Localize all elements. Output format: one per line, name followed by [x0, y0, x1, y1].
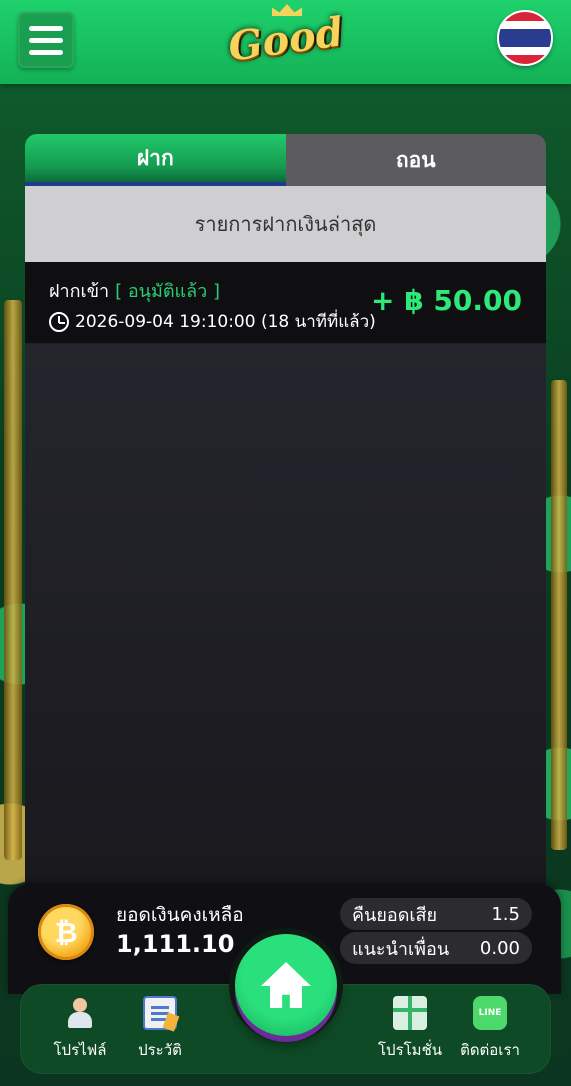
cashback-value: 1.5 [491, 903, 520, 925]
gift-icon [393, 996, 427, 1030]
nav-history-label: ประวัติ [138, 1041, 182, 1059]
logo-text: Good [225, 7, 347, 71]
balance-label: ยอดเงินคงเหลือ [116, 904, 244, 926]
hamburger-icon-line [29, 49, 63, 55]
history-icon [143, 996, 177, 1030]
decorative-gold-bar [551, 380, 567, 850]
profile-icon [63, 996, 97, 1030]
transaction-row[interactable]: ฝากเข้า[ อนุมัติแล้ว ] 2026-09-04 19:10:… [25, 262, 546, 344]
transaction-title: ฝากเข้า[ อนุมัติแล้ว ] [49, 276, 220, 305]
thailand-flag-icon[interactable] [497, 10, 553, 66]
line-icon: LINE [473, 996, 507, 1030]
hamburger-icon-line [29, 37, 63, 43]
nav-profile-label: โปรไฟล์ [53, 1041, 107, 1059]
decorative-gold-bar [4, 300, 22, 860]
balance-value: 1,111.10 [116, 930, 235, 958]
referral-label: แนะนำเพื่อน [352, 938, 450, 960]
clock-icon [49, 311, 69, 332]
cashback-label: คืนยอดเสีย [352, 904, 438, 926]
brand-logo[interactable]: Good [226, 4, 346, 74]
transaction-type: ฝากเข้า [49, 281, 110, 302]
tab-bar: ฝาก ถอน [25, 134, 546, 186]
home-button[interactable] [235, 934, 337, 1036]
hamburger-icon-line [29, 25, 63, 31]
referral-value: 0.00 [479, 937, 520, 959]
list-heading: รายการฝากเงินล่าสุด [25, 186, 546, 262]
nav-profile[interactable]: โปรไฟล์ [40, 994, 120, 1068]
cashback-pill[interactable]: คืนยอดเสีย 1.5 [340, 898, 532, 930]
transaction-card: ฝาก ถอน รายการฝากเงินล่าสุด ฝากเข้า[ อนุ… [25, 134, 546, 914]
transaction-time: 2026-09-04 19:10:00 (18 นาทีที่แล้ว) [49, 308, 376, 335]
tab-deposit[interactable]: ฝาก [25, 134, 286, 186]
nav-promotion-label: โปรโมชั่น [377, 1041, 442, 1059]
nav-contact[interactable]: LINE ติดต่อเรา [450, 994, 530, 1068]
nav-history[interactable]: ประวัติ [120, 994, 200, 1068]
nav-promotion[interactable]: โปรโมชั่น [370, 994, 450, 1068]
nav-contact-label: ติดต่อเรา [460, 1041, 520, 1059]
transaction-amount: + ฿ 50.00 [370, 284, 522, 317]
top-header: Good [0, 0, 571, 84]
home-icon [261, 962, 311, 1008]
transaction-status: [ อนุมัติแล้ว ] [115, 281, 221, 302]
tab-withdraw[interactable]: ถอน [285, 134, 546, 186]
referral-pill[interactable]: แนะนำเพื่อน 0.00 [340, 932, 532, 964]
transaction-datetime: 2026-09-04 19:10:00 (18 นาทีที่แล้ว) [75, 312, 376, 332]
hamburger-menu-button[interactable] [18, 12, 74, 68]
coin-icon: ₿ [38, 904, 94, 960]
